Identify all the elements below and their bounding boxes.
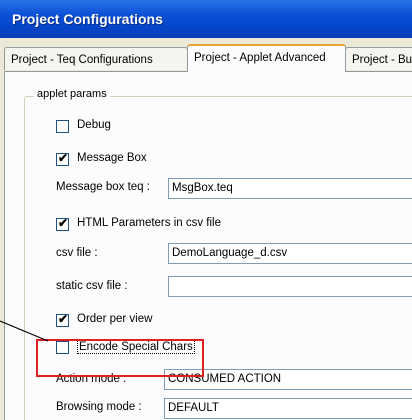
tab-applet-advanced[interactable]: Project - Applet Advanced [187,44,346,72]
project-configurations-window: Project Configurations Project - Teq Con… [0,0,412,420]
